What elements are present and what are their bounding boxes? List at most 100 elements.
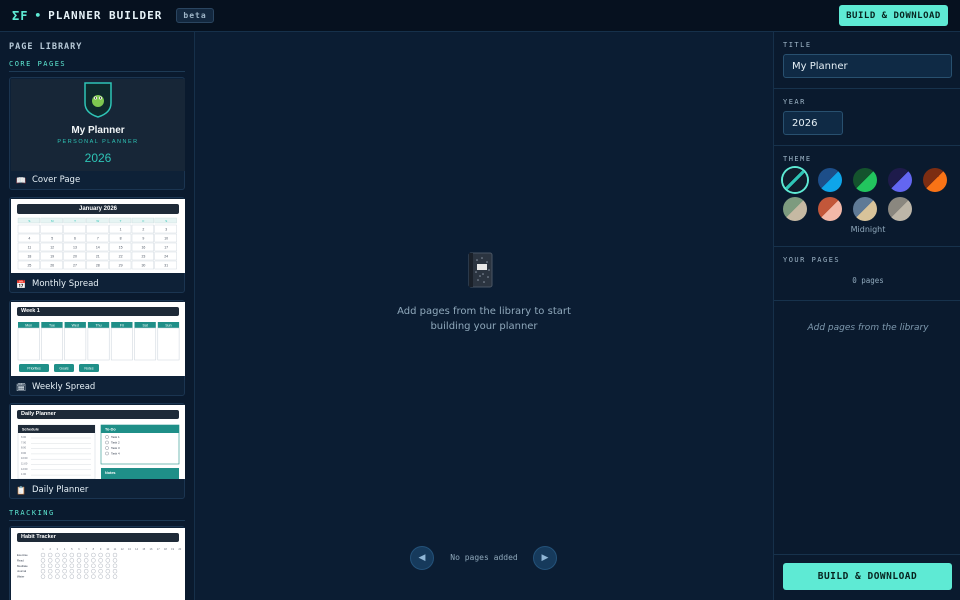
habit-check-circle bbox=[76, 574, 82, 579]
day-number: 11 bbox=[28, 246, 32, 250]
theme-swatch[interactable] bbox=[888, 197, 912, 221]
card-label: 📅 Monthly Spread bbox=[16, 279, 99, 289]
theme-label: THEME bbox=[783, 155, 812, 163]
next-page-button[interactable]: ▶ bbox=[533, 546, 557, 570]
day-number: 6 bbox=[74, 237, 76, 241]
card-label-text: Cover Page bbox=[32, 175, 81, 185]
schedule-time: 12:00 bbox=[21, 467, 28, 471]
habit-check-circle bbox=[76, 552, 82, 558]
day-number: 2 bbox=[142, 228, 144, 232]
card-label: 📋 Daily Planner bbox=[16, 485, 88, 495]
theme-swatch[interactable] bbox=[853, 168, 877, 192]
page-library-sidebar: PAGE LIBRARY CORE PAGES My Planner PERSO… bbox=[0, 32, 195, 600]
theme-swatch[interactable] bbox=[853, 197, 877, 221]
day-number: 5 bbox=[51, 237, 53, 241]
schedule-box bbox=[17, 424, 96, 479]
year-input[interactable]: 2026 bbox=[783, 111, 843, 135]
habit-day-number: 16 bbox=[150, 547, 153, 551]
notes-title: Notes bbox=[105, 471, 116, 475]
habit-day-number: 5 bbox=[71, 547, 73, 551]
todo-title: To-Do bbox=[105, 428, 116, 432]
build-download-button[interactable]: BUILD & DOWNLOAD bbox=[783, 563, 952, 590]
habit-check-circle bbox=[40, 558, 46, 563]
weekday-label: Sat bbox=[143, 324, 148, 328]
habit-day-number: 19 bbox=[171, 547, 174, 551]
title-input[interactable]: My Planner bbox=[783, 54, 952, 78]
theme-swatch[interactable] bbox=[923, 168, 947, 192]
week-grid: Mon Tue Wed Thu Fri Sat Sun Priorities Goals Note… bbox=[17, 322, 180, 372]
day-number: 12 bbox=[50, 246, 54, 250]
habit-day-number: 17 bbox=[157, 547, 160, 551]
habit-day-number: 8 bbox=[93, 547, 95, 551]
frog-icon bbox=[92, 95, 104, 107]
beta-badge: beta bbox=[176, 8, 214, 23]
build-download-button-top[interactable]: BUILD & DOWNLOAD bbox=[839, 5, 948, 26]
weekly-spread-preview: Week 1 Mon Tue Wed Thu Fri Sat Sun Priorities Go… bbox=[11, 302, 185, 376]
day-number: 4 bbox=[28, 237, 30, 241]
habit-check-circle bbox=[83, 569, 89, 574]
day-number: 18 bbox=[27, 255, 31, 259]
theme-swatch[interactable] bbox=[818, 168, 842, 192]
habit-day-number: 1 bbox=[42, 547, 44, 551]
day-column bbox=[157, 327, 180, 361]
day-number: 27 bbox=[73, 264, 77, 268]
habit-check-circle bbox=[62, 552, 67, 558]
habit-day-number: 2 bbox=[49, 547, 51, 551]
habit-check-circle bbox=[69, 563, 74, 568]
daily-planner-preview: Daily Planner Schedule 6:00 7:00 8:00 9:00 10… bbox=[11, 405, 185, 479]
habit-check-circle bbox=[83, 574, 89, 579]
day-number: 8 bbox=[120, 237, 122, 241]
divider bbox=[774, 554, 960, 555]
habit-check-circle bbox=[83, 552, 89, 558]
theme-swatch[interactable] bbox=[783, 168, 807, 192]
spiral-calendar-icon: 🗓 bbox=[16, 382, 27, 392]
notebook-icon bbox=[468, 252, 493, 288]
weekday-label: S bbox=[28, 219, 30, 223]
library-card-cover-page[interactable]: My Planner PERSONAL PLANNER 2026 📖 Cover… bbox=[9, 77, 185, 190]
habit-name: Water bbox=[17, 575, 24, 579]
habit-day-number: 10 bbox=[106, 547, 109, 551]
schedule-time: 1:00 bbox=[21, 472, 27, 476]
library-card-monthly-spread[interactable]: January 2026 S M T W T F S 1 2 3 4 5 6 7 8 9 10 11 12 13 14 1… bbox=[9, 197, 185, 293]
habit-check-circle bbox=[112, 552, 118, 558]
day-number: 25 bbox=[27, 264, 31, 268]
habit-check-circle bbox=[91, 563, 96, 568]
weekday-label: S bbox=[165, 219, 167, 223]
weekday-label: T bbox=[120, 219, 122, 223]
habit-check-circle bbox=[105, 569, 111, 574]
app-name: PLANNER BUILDER bbox=[48, 9, 163, 22]
habit-day-number: 15 bbox=[142, 547, 145, 551]
habit-check-circle bbox=[105, 558, 111, 563]
day-column bbox=[41, 327, 63, 361]
habit-grid: 1 2 3 4 5 6 7 8 9 10 11 12 13 14 15 16 17 18 19 20ExerciseR… bbox=[17, 547, 182, 579]
divider bbox=[774, 88, 960, 89]
habit-check-circle bbox=[48, 569, 53, 574]
habit-check-circle bbox=[48, 563, 53, 568]
year-label: YEAR bbox=[783, 98, 806, 106]
schedule-time: 8:00 bbox=[21, 446, 27, 450]
habit-check-circle bbox=[98, 558, 103, 563]
day-number: 15 bbox=[119, 246, 123, 250]
weekday-label: Fri bbox=[120, 324, 124, 328]
day-number: 23 bbox=[141, 255, 145, 259]
weekday-label: Sun bbox=[165, 324, 171, 328]
habit-check-circle bbox=[69, 558, 74, 563]
task-label: Task 1 bbox=[111, 435, 120, 439]
theme-swatch[interactable] bbox=[783, 197, 807, 221]
theme-swatch[interactable] bbox=[818, 197, 842, 221]
library-card-daily-planner[interactable]: Daily Planner Schedule 6:00 7:00 8:00 9:00 10… bbox=[9, 403, 185, 499]
day-cell bbox=[86, 224, 109, 234]
library-card-weekly-spread[interactable]: Week 1 Mon Tue Wed Thu Fri Sat Sun Priorities Go… bbox=[9, 300, 185, 396]
habit-tracker-preview: Habit Tracker 1 2 3 4 5 6 7 8 9 10 11 12 13 14 15 16 17 1… bbox=[11, 528, 185, 600]
habit-check-circle bbox=[105, 552, 111, 558]
pages-count: 0 pages bbox=[852, 276, 884, 285]
library-card-habit-tracker[interactable]: Habit Tracker 1 2 3 4 5 6 7 8 9 10 11 12 13 14 15 16 17 1… bbox=[9, 526, 185, 600]
habit-day-number: 13 bbox=[128, 547, 131, 551]
brand: ΣF • PLANNER BUILDER beta bbox=[12, 8, 214, 23]
day-column bbox=[17, 327, 40, 361]
section-divider bbox=[9, 520, 185, 521]
habit-name: Exercise bbox=[17, 553, 28, 557]
habit-day-number: 11 bbox=[114, 547, 117, 551]
habit-name: Read bbox=[17, 558, 24, 562]
theme-swatch[interactable] bbox=[888, 168, 912, 192]
